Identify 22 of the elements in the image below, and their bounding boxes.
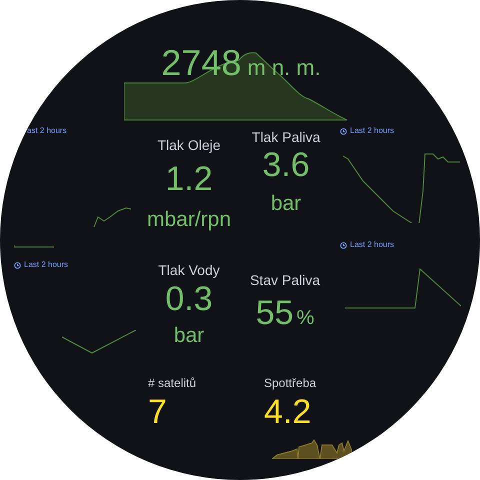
panel-title: Stav Paliva [250,272,320,288]
time-range-label[interactable]: ast 2 hours [27,126,67,136]
stat-value: 4.2 [264,393,312,431]
time-range-label[interactable]: Last 2 hours [24,260,68,270]
time-range-label[interactable]: Last 2 hours [350,240,394,250]
stat-value: 7 [148,393,167,431]
time-range-label[interactable]: Last 2 hours [350,126,394,136]
panel-title: Tlak Paliva [252,129,320,145]
stat-unit: m n. m. [247,55,321,81]
panel-title: Tlak Vody [158,262,220,278]
panel-title: Tlak Oleje [157,137,221,153]
panel-title: Spottřeba [264,375,316,391]
stat-value: 3.6 [262,146,310,184]
stat-unit: bar [174,323,204,349]
stat-value: 0.3 [165,280,213,318]
stat-value: 55 [256,294,294,332]
stat-unit: % [296,306,314,331]
stat-value: 2748 [161,44,242,82]
stat-unit: mbar/rpn [146,207,232,233]
panel-title: # satelitů [148,375,196,391]
stat-unit: bar [270,191,302,217]
stat-value: 1.2 [165,160,213,198]
